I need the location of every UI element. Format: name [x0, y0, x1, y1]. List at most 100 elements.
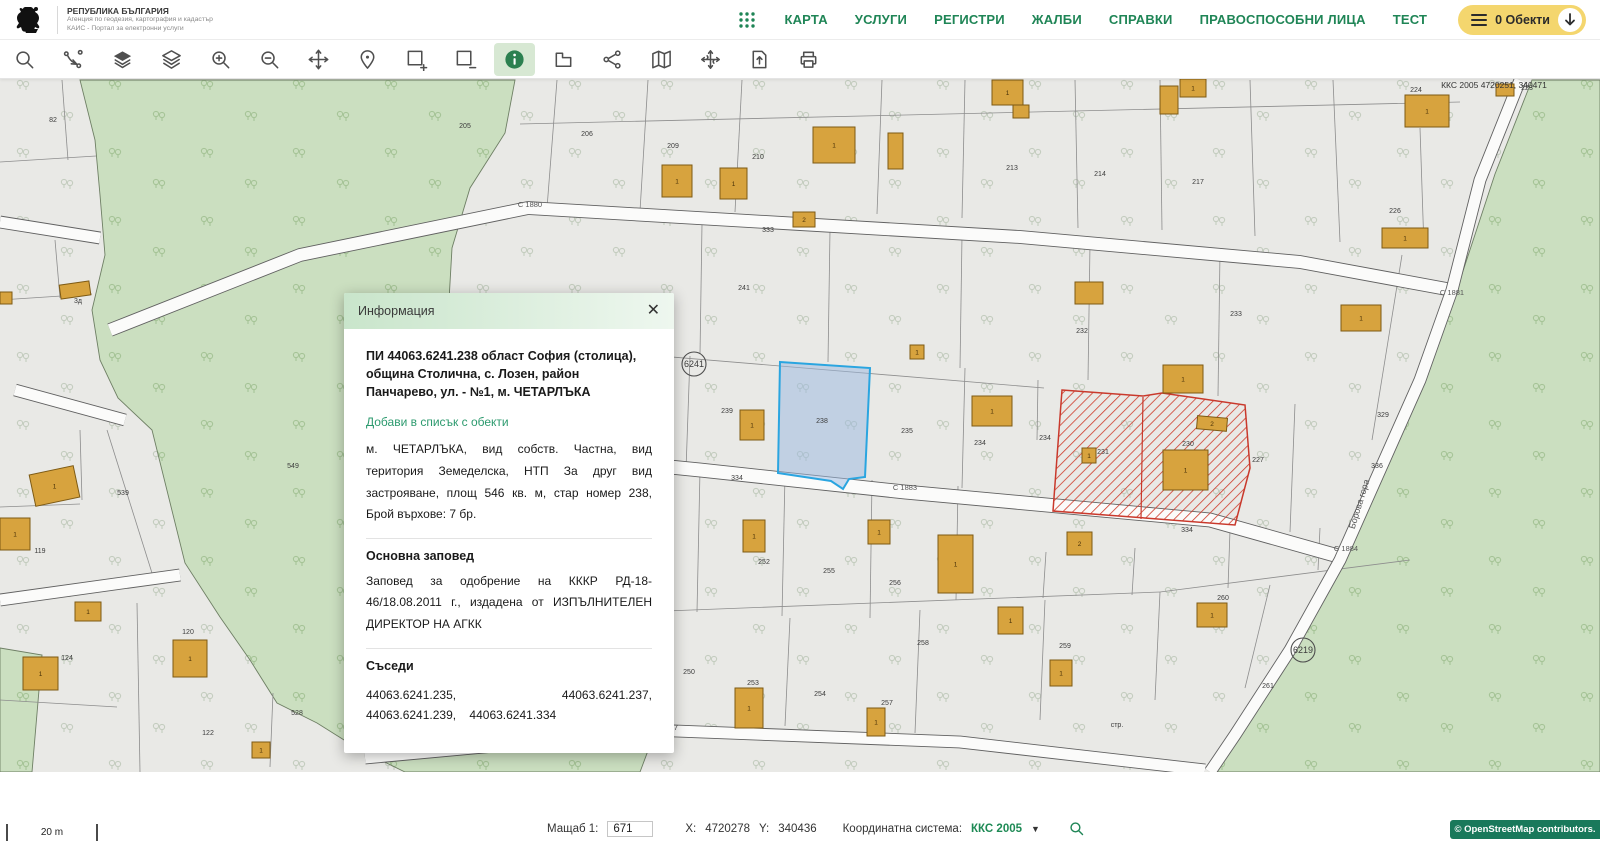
map-label: 260 [1217, 595, 1229, 602]
map-label: 217 [1192, 179, 1204, 186]
apps-grid-icon[interactable] [737, 10, 757, 30]
close-icon[interactable]: ✕ [647, 303, 660, 319]
map-label: 255 [823, 568, 835, 575]
map-extent-icon [650, 48, 673, 71]
map-label: 259 [1059, 643, 1071, 650]
org-subtitle-1: Агенция по геодезия, картография и кадас… [67, 16, 213, 24]
print-tool-button[interactable] [788, 43, 829, 76]
map-label: 334 [1181, 527, 1193, 534]
cadastral-map[interactable]: 111111211111111221111111111111162416219К… [0, 78, 1600, 772]
info-tool-button[interactable] [494, 43, 535, 76]
building-number: 2 [802, 217, 806, 224]
objects-button[interactable]: 0 Обекти [1458, 5, 1586, 35]
parcel-details: м. ЧЕТАРЛЪКА, вид собств. Частна, вид те… [366, 439, 652, 525]
map-label: 232 [1076, 328, 1088, 335]
nav-item-spravki[interactable]: СПРАВКИ [1109, 12, 1173, 27]
map-label: 223 [1521, 85, 1533, 92]
map-label: 241 [738, 285, 750, 292]
map-label: 258 [917, 640, 929, 647]
info-icon [503, 48, 526, 71]
crs-label: Координатна система: [843, 823, 962, 835]
org-subtitle-2: КАИС - Портал за електронни услуги [67, 25, 213, 33]
building-number: 1 [13, 531, 17, 538]
map-label: 3д [74, 298, 82, 305]
building-number: 1 [877, 529, 881, 536]
locate-icon [356, 48, 379, 71]
cadastral-region-number: 6241 [684, 359, 704, 369]
zoom-rect-out-icon [454, 48, 477, 71]
zoom-rect-in-tool-button[interactable] [396, 43, 437, 76]
scale-input[interactable]: 671 [607, 821, 653, 837]
map-label: 82 [49, 117, 57, 124]
building [888, 133, 903, 169]
map-label: 206 [581, 131, 593, 138]
search-icon [13, 48, 36, 71]
zoom-out-icon [258, 48, 281, 71]
nav-item-pravosposobni-litsa[interactable]: ПРАВОСПОСОБНИ ЛИЦА [1200, 12, 1366, 27]
layers-tool-button[interactable] [151, 43, 192, 76]
map-label: 214 [1094, 171, 1106, 178]
export-tool-button[interactable] [739, 43, 780, 76]
map-label: 233 [1230, 311, 1242, 318]
building-number: 1 [990, 408, 994, 415]
measure-tool-button[interactable] [543, 43, 584, 76]
nav-item-registri[interactable]: РЕГИСТРИ [934, 12, 1005, 27]
brand-text: РЕПУБЛИКА БЪЛГАРИЯ Агенция по геодезия, … [67, 6, 213, 34]
nav-item-test[interactable]: ТЕСТ [1393, 12, 1427, 27]
building-number: 1 [874, 719, 878, 726]
neighbors-section-title: Съседи [366, 648, 652, 673]
map-label: 213 [1006, 165, 1018, 172]
add-to-objects-link[interactable]: Добави в списък с обекти [366, 415, 652, 429]
zoom-rect-out-tool-button[interactable] [445, 43, 486, 76]
map-extent-tool-button[interactable] [641, 43, 682, 76]
export-icon [748, 48, 771, 71]
parcel-address: ПИ 44063.6241.238 област София (столица)… [366, 347, 652, 401]
share-tool-button[interactable] [592, 43, 633, 76]
coat-of-arms-logo [14, 5, 48, 35]
building-number: 1 [188, 656, 192, 663]
building-number: 1 [954, 561, 958, 568]
map-label: 329 [1377, 412, 1389, 419]
coordinate-search-icon[interactable] [1068, 820, 1085, 837]
chevron-down-icon[interactable]: ▼ [1031, 824, 1040, 834]
building-number: 1 [1087, 453, 1091, 460]
building-number: 1 [732, 181, 736, 188]
building-number: 2 [1210, 421, 1214, 428]
layers-icon [160, 48, 183, 71]
map-label: 235 [901, 428, 913, 435]
map-label: 234 [974, 440, 986, 447]
map-label: 549 [287, 463, 299, 470]
map-canvas[interactable]: 111111211111111221111111111111162416219К… [0, 78, 1600, 772]
crs-select[interactable]: ККС 2005 [971, 823, 1022, 835]
map-label: 124 [61, 655, 73, 662]
pan-tool-button[interactable] [298, 43, 339, 76]
search-tool-button[interactable] [4, 43, 45, 76]
building [1075, 282, 1103, 304]
building-number: 1 [747, 705, 751, 712]
nav-item-karta[interactable]: КАРТА [784, 12, 827, 27]
order-text: Заповед за одобрение на КККР РД-18-46/18… [366, 571, 652, 636]
nav-item-uslugi[interactable]: УСЛУГИ [855, 12, 907, 27]
building-number: 1 [1009, 618, 1013, 625]
selected-parcel-238[interactable] [778, 362, 870, 489]
osm-attribution[interactable]: © OpenStreetMap contributors. [1450, 820, 1600, 839]
map-label: 119 [34, 548, 45, 555]
building-number: 1 [675, 178, 679, 185]
zoom-in-tool-button[interactable] [200, 43, 241, 76]
select-features-tool-button[interactable] [53, 43, 94, 76]
coordinates-tool-button[interactable] [690, 43, 731, 76]
base-layers-tool-button[interactable] [102, 43, 143, 76]
map-label: 250 [683, 669, 695, 676]
locate-tool-button[interactable] [347, 43, 388, 76]
zoom-out-tool-button[interactable] [249, 43, 290, 76]
building-number: 1 [832, 142, 836, 149]
building-number: 1 [1191, 85, 1195, 92]
building [1160, 86, 1178, 114]
neighbors-list: 44063.6241.235, 44063.6241.237, 44063.62… [366, 685, 652, 726]
x-label: X: [685, 823, 696, 835]
objects-download-button[interactable] [1558, 8, 1582, 32]
pan-icon [307, 48, 330, 71]
building-number: 1 [1403, 235, 1407, 242]
info-popup-body: ПИ 44063.6241.238 област София (столица)… [344, 329, 674, 753]
nav-item-zhalbi[interactable]: ЖАЛБИ [1032, 12, 1082, 27]
